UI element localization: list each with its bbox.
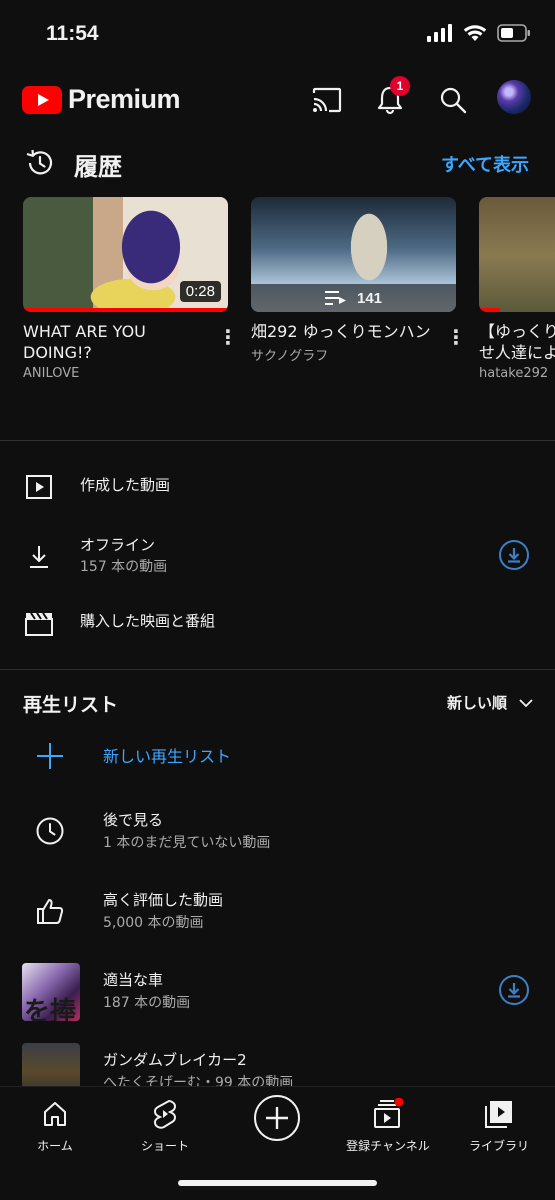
video-channel: ANILOVE: [23, 366, 80, 381]
downloaded-icon: [499, 975, 529, 1005]
thumbnail-text: を捧: [24, 997, 77, 1021]
chevron-down-icon: [519, 698, 533, 707]
playlist-name: ガンダムブレイカー2: [103, 1051, 247, 1069]
sort-dropdown[interactable]: 新しい順: [447, 692, 533, 713]
signal-icon: [427, 24, 452, 42]
status-bar: 11:54: [0, 0, 555, 64]
nav-label: ホーム: [37, 1139, 73, 1153]
notification-badge: 1: [390, 76, 410, 96]
nav-home[interactable]: ホーム: [5, 1095, 105, 1154]
history-video-card[interactable]: 【ゆっくりせ人達によ hatake292: [479, 197, 555, 381]
nav-subscriptions[interactable]: 登録チャンネル: [338, 1095, 438, 1154]
watch-progress-bar: [479, 308, 500, 312]
history-carousel[interactable]: 0:28 WHAT ARE YOU DOING!? ANILOVE ⋮ 141 …: [23, 197, 555, 397]
video-thumbnail[interactable]: 141: [251, 197, 456, 312]
playlist-count: 1 本のまだ見ていない動画: [103, 835, 271, 851]
subscriptions-icon: [374, 1098, 404, 1128]
nav-shorts[interactable]: ショート: [115, 1095, 215, 1154]
status-icons: [427, 24, 531, 42]
status-time: 11:54: [46, 22, 99, 45]
history-video-card[interactable]: 0:28 WHAT ARE YOU DOING!? ANILOVE ⋮: [23, 197, 238, 381]
library-item-title: オフライン: [80, 536, 156, 554]
library-item-subtitle: 157 本の動画: [80, 559, 168, 575]
more-options-icon[interactable]: ⋮: [218, 327, 238, 347]
home-icon: [44, 1102, 66, 1126]
playlist-icon: [324, 291, 346, 305]
playlists-title: 再生リスト: [23, 694, 119, 716]
playlist-item-cars[interactable]: を捧 適当な車 187 本の動画: [0, 963, 555, 1027]
thumbs-up-icon: [22, 883, 78, 939]
home-indicator: [178, 1180, 377, 1186]
video-channel: サクノグラフ: [251, 349, 329, 364]
youtube-logo-icon: [22, 85, 62, 114]
more-options-icon[interactable]: ⋮: [446, 327, 466, 347]
create-button[interactable]: [254, 1095, 300, 1141]
search-icon: [440, 87, 467, 114]
playlist-name: 適当な車: [103, 971, 164, 989]
clapperboard-icon: [24, 608, 54, 638]
logo-text: Premium: [68, 84, 181, 114]
video-title: 【ゆっくりせ人達によ: [479, 322, 555, 362]
video-duration: 0:28: [179, 281, 221, 302]
playlist-overlay: 141: [251, 284, 456, 312]
playlist-name: 後で見る: [103, 811, 164, 829]
purchases-item[interactable]: 購入した映画と番組: [0, 594, 555, 650]
new-playlist-label: 新しい再生リスト: [103, 747, 232, 766]
shorts-icon: [154, 1099, 176, 1129]
history-title: 履歴: [74, 153, 122, 181]
playlist-item-liked[interactable]: 高く評価した動画 5,000 本の動画: [0, 883, 555, 947]
section-divider: [0, 669, 555, 670]
youtube-premium-logo[interactable]: Premium: [22, 84, 181, 115]
wifi-icon: [463, 25, 487, 41]
your-videos-item[interactable]: 作成した動画: [0, 458, 555, 514]
video-thumbnail[interactable]: [479, 197, 555, 312]
playlist-count: 141: [356, 289, 383, 307]
playlist-item-watch-later[interactable]: 後で見る 1 本のまだ見ていない動画: [0, 803, 555, 867]
offline-item[interactable]: オフライン 157 本の動画: [0, 528, 555, 584]
app-header: Premium 1: [0, 70, 555, 130]
account-avatar[interactable]: [497, 80, 531, 114]
new-playlist-button[interactable]: 新しい再生リスト: [0, 728, 555, 792]
video-title: WHAT ARE YOU DOING!?: [23, 322, 146, 362]
playlist-name: 高く評価した動画: [103, 891, 224, 909]
history-header: 履歴 すべて表示: [0, 143, 555, 183]
library-item-title: 作成した動画: [80, 476, 171, 494]
watch-progress-bar: [23, 308, 228, 312]
download-icon: [24, 542, 54, 572]
search-button[interactable]: [435, 82, 471, 118]
history-icon: [26, 149, 53, 175]
library-icon: [485, 1101, 512, 1128]
playlists-header: 再生リスト 新しい順: [0, 686, 555, 726]
video-title: 畑292 ゆっくりモンハン: [251, 322, 431, 341]
cast-icon: [312, 87, 342, 113]
clock-icon: [22, 803, 78, 859]
sort-label: 新しい順: [446, 694, 507, 712]
downloaded-icon: [499, 540, 529, 570]
library-item-title: 購入した映画と番組: [80, 612, 216, 630]
section-divider: [0, 440, 555, 441]
video-thumbnail[interactable]: 0:28: [23, 197, 228, 312]
nav-label: 登録チャンネル: [346, 1139, 430, 1153]
battery-icon: [497, 24, 530, 42]
see-all-button[interactable]: すべて表示: [441, 151, 529, 177]
playlist-count: 187 本の動画: [103, 995, 191, 1011]
nav-library[interactable]: ライブラリ: [449, 1095, 549, 1154]
notifications-button[interactable]: 1: [372, 76, 410, 118]
video-channel: hatake292: [479, 366, 549, 381]
plus-icon: [22, 728, 78, 784]
plus-icon: [266, 1107, 288, 1129]
play-square-icon: [24, 472, 54, 502]
playlist-thumbnail: を捧: [22, 963, 80, 1021]
nav-label: ショート: [140, 1139, 189, 1153]
nav-label: ライブラリ: [468, 1139, 529, 1153]
cast-button[interactable]: [309, 82, 345, 118]
history-video-card[interactable]: 141 畑292 ゆっくりモンハン サクノグラフ ⋮: [251, 197, 466, 364]
playlist-count: 5,000 本の動画: [103, 915, 204, 931]
